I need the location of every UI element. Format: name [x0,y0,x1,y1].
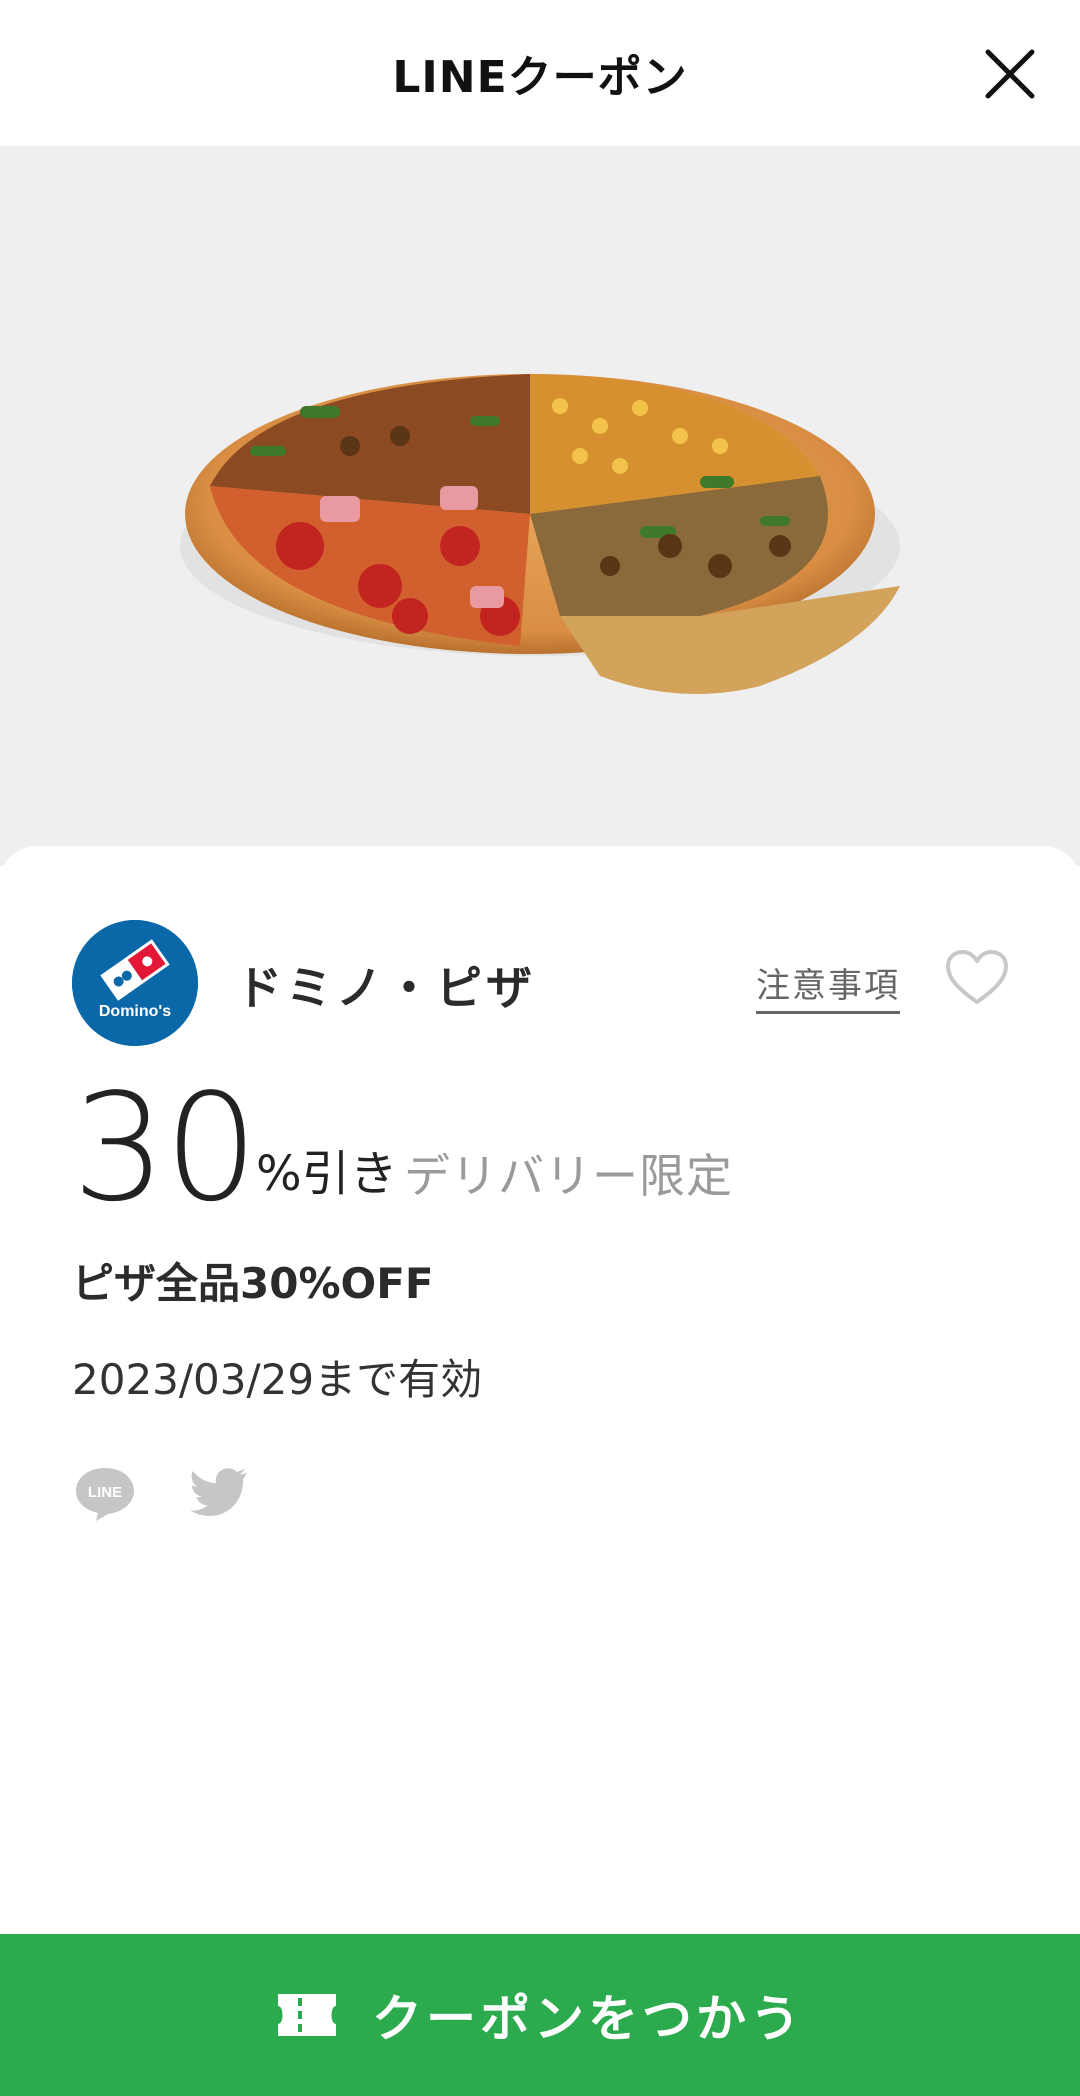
coupon-card: Domino's ドミノ・ピザ 注意事項 30 %引き デリバリー限定 ピザ全品… [0,846,1080,1936]
use-coupon-button-content: クーポンをつかう [276,1979,804,2051]
coupon-screen: LINEクーポン Domino's ドミノ・ピザ 注意事項 30 %引き デリバ… [0,0,1080,2096]
validity-date: 2023/03/29まで有効 [72,1355,483,1404]
favorite-button[interactable] [944,948,1010,1008]
use-coupon-button[interactable]: クーポンをつかう [0,1934,1080,2096]
notes-link[interactable]: 注意事項 [756,958,900,1014]
pizza-image [180,374,900,694]
page-title: LINEクーポン [392,52,688,103]
discount-unit: %引き [256,1146,398,1202]
ticket-icon [278,1994,336,2036]
close-button[interactable] [980,44,1040,104]
coupon-description: ピザ全品30%OFF [72,1259,434,1308]
twitter-icon [190,1468,247,1516]
header: LINEクーポン [0,0,1080,146]
close-icon [985,49,1035,99]
share-row: LINE [72,1464,252,1524]
svg-text:Domino's: Domino's [99,1003,171,1020]
discount-condition: デリバリー限定 [404,1149,733,1203]
share-line-button[interactable]: LINE [72,1464,138,1524]
hero-image [0,146,1080,866]
discount-value: 30 [72,1062,258,1234]
share-twitter-button[interactable] [186,1464,252,1524]
line-icon-label: LINE [88,1484,122,1501]
dominos-logo-icon: Domino's [72,920,198,1046]
use-coupon-label: クーポンをつかう [372,1990,804,2048]
heart-icon [946,950,1008,1004]
line-icon: LINE [76,1468,134,1521]
brand-name: ドミノ・ピザ [236,961,536,1015]
brand-logo: Domino's [72,920,198,1046]
